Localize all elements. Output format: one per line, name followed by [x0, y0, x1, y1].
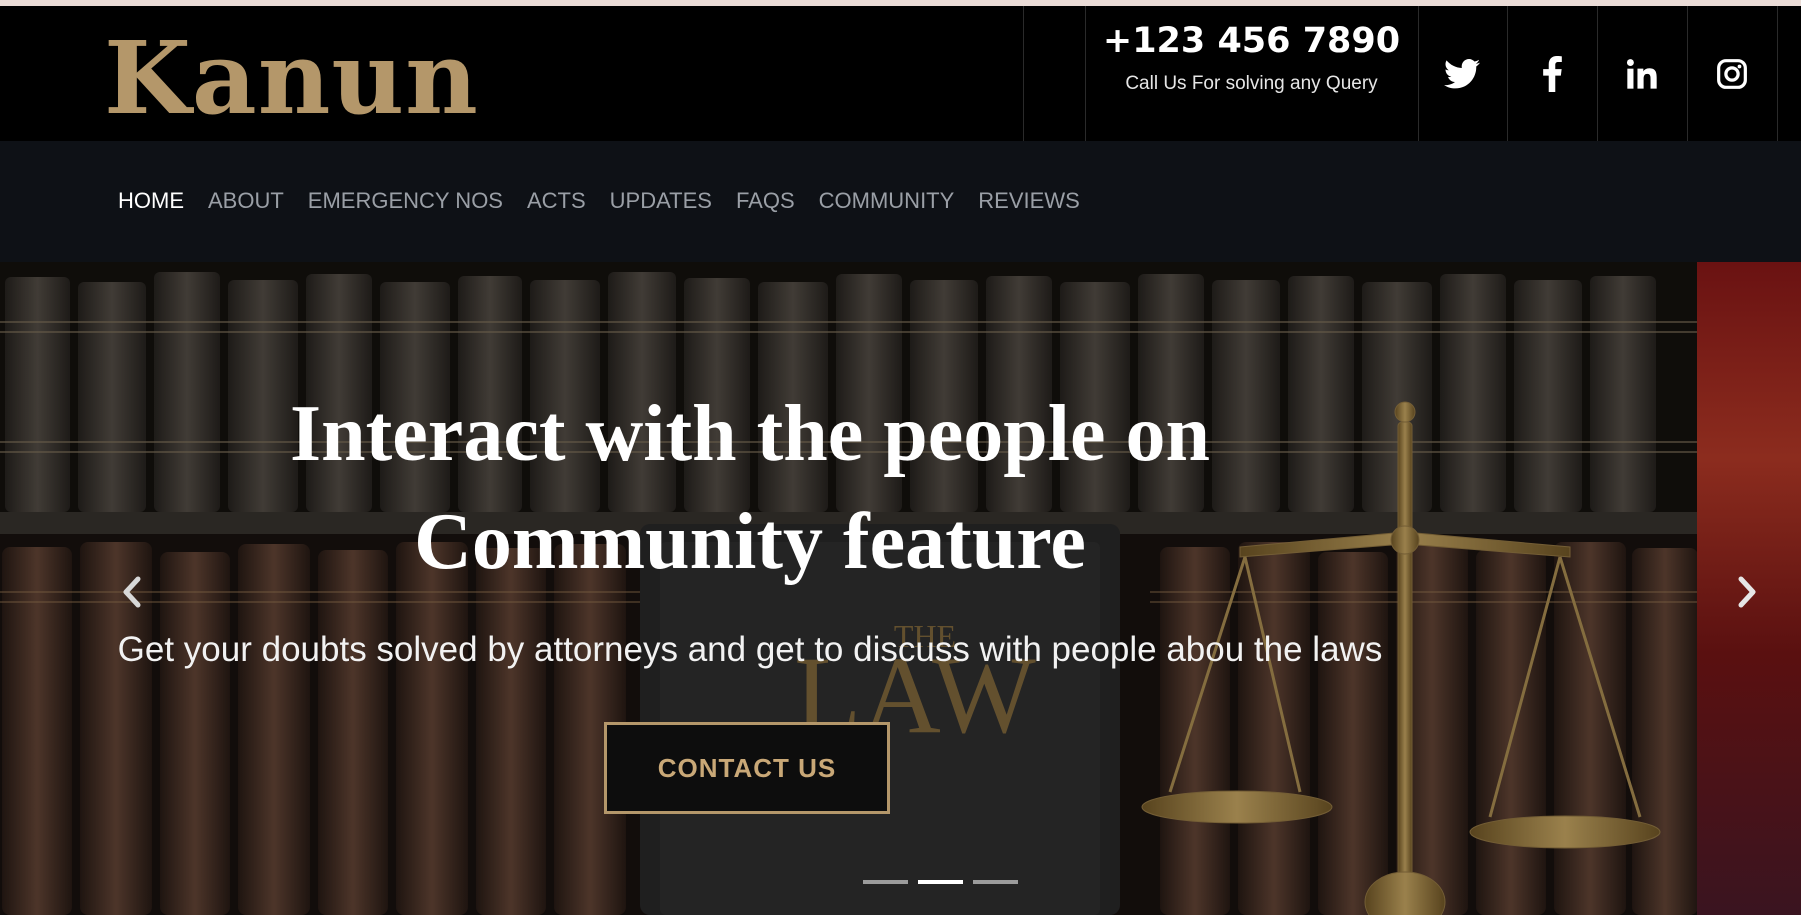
nav-item-home[interactable]: HOME [118, 188, 184, 214]
hero-title-line-2: Community feature [414, 498, 1086, 586]
divider [1023, 6, 1024, 141]
main-navbar: HOME ABOUT EMERGENCY NOS ACTS UPDATES FA… [0, 141, 1801, 262]
contact-us-button[interactable]: CONTACT US [604, 722, 890, 814]
carousel-next-button[interactable] [1727, 567, 1767, 617]
twitter-icon [1444, 58, 1480, 88]
nav-item-reviews[interactable]: REVIEWS [978, 188, 1079, 214]
nav-item-emergency-nos[interactable]: EMERGENCY NOS [308, 188, 503, 214]
carousel-indicator-3[interactable] [973, 880, 1018, 884]
hero-subtitle: Get your doubts solved by attorneys and … [117, 630, 1383, 669]
carousel-indicator-1[interactable] [863, 880, 908, 884]
nav-item-community[interactable]: COMMUNITY [819, 188, 955, 214]
nav-item-faqs[interactable]: FAQS [736, 188, 795, 214]
hero-carousel: THE LAW Interact with the people on Comm… [0, 262, 1801, 915]
facebook-link[interactable] [1507, 6, 1597, 141]
carousel-indicator-2[interactable] [918, 880, 963, 884]
carousel-indicators [863, 880, 1018, 884]
carousel-prev-button[interactable] [112, 567, 152, 617]
phone-subtext: Call Us For solving any Query [1125, 73, 1378, 94]
site-logo[interactable]: Kanun [104, 28, 479, 128]
nav-item-acts[interactable]: ACTS [527, 188, 586, 214]
facebook-icon [1543, 55, 1562, 92]
divider [1777, 6, 1778, 141]
nav-item-updates[interactable]: UPDATES [610, 188, 712, 214]
linkedin-link[interactable] [1597, 6, 1687, 141]
contact-box: +123 456 7890 Call Us For solving any Qu… [1085, 6, 1418, 141]
nav-list: HOME ABOUT EMERGENCY NOS ACTS UPDATES FA… [118, 188, 1080, 214]
hero-title: Interact with the people on Community fe… [150, 380, 1350, 596]
nav-item-about[interactable]: ABOUT [208, 188, 284, 214]
instagram-icon [1717, 58, 1747, 89]
hero-title-line-1: Interact with the people on [290, 390, 1210, 478]
instagram-link[interactable] [1687, 6, 1777, 141]
phone-number[interactable]: +123 456 7890 [1085, 21, 1418, 61]
chevron-right-icon [1738, 576, 1756, 608]
twitter-link[interactable] [1417, 6, 1507, 141]
linkedin-icon [1626, 58, 1657, 89]
chevron-left-icon [123, 576, 141, 608]
top-header: Kanun +123 456 7890 Call Us For solving … [0, 6, 1801, 141]
